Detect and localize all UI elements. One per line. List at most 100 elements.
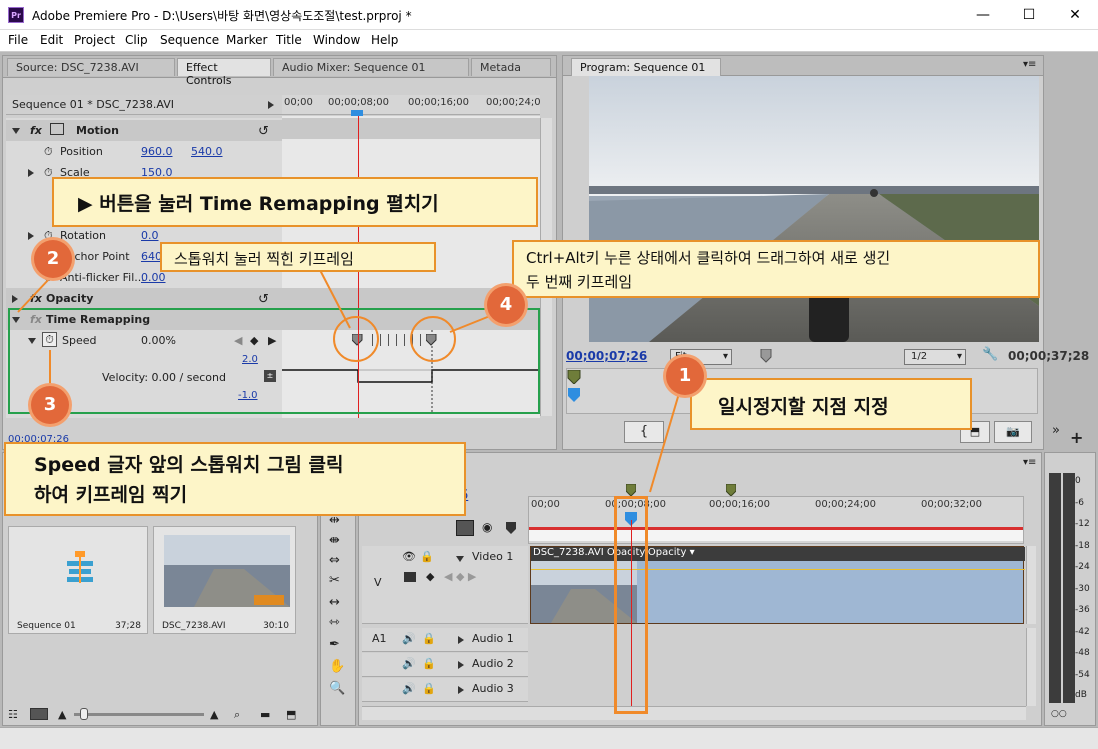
panel-menu-icon[interactable]: ▾≡ [1023, 457, 1036, 468]
add-button-icon[interactable]: + [1070, 428, 1083, 447]
speaker-icon[interactable]: 🔊 [402, 657, 416, 670]
video-clip[interactable]: DSC_7238.AVI Opacity:Opacity ▾ [530, 546, 1025, 624]
program-playhead-icon[interactable] [567, 388, 581, 402]
video-scrollbar[interactable] [1026, 546, 1036, 624]
disclosure-closed-icon[interactable] [28, 232, 34, 240]
disclosure-open-icon[interactable] [456, 556, 464, 562]
speaker-icon[interactable]: 🔊 [402, 632, 416, 645]
snap-icon[interactable] [456, 520, 474, 536]
meter-label: -48 [1075, 648, 1090, 658]
menu-edit[interactable]: Edit [40, 33, 63, 47]
zoom-slider[interactable] [74, 713, 204, 716]
hand-tool-icon[interactable]: ✋ [329, 659, 345, 674]
keyframe-toggle-icon[interactable]: ◆ [426, 570, 434, 583]
tab-source[interactable]: Source: DSC_7238.AVI [7, 58, 175, 76]
panel-menu-icon[interactable]: ▾≡ [1023, 59, 1036, 70]
audio-scrollbar[interactable] [1026, 628, 1036, 706]
icon-view-icon[interactable] [30, 708, 48, 720]
solo-buttons-icon[interactable]: ○○ [1051, 709, 1067, 719]
work-area-bar[interactable] [529, 527, 1023, 541]
menu-project[interactable]: Project [74, 33, 115, 47]
project-item-sequence[interactable]: Sequence 01 37;28 [8, 526, 148, 634]
disclosure-closed-icon[interactable] [458, 636, 464, 644]
maximize-button[interactable]: ☐ [1006, 0, 1052, 30]
rolling-edit-tool-icon[interactable]: ⇼ [329, 533, 340, 548]
pen-tool-icon[interactable]: ✒ [329, 637, 340, 652]
zoom-in-icon[interactable]: ▲ [210, 708, 218, 721]
mark-in-button[interactable]: { [624, 421, 664, 443]
menu-title[interactable]: Title [276, 33, 302, 47]
tab-program[interactable]: Program: Sequence 01 [571, 58, 721, 76]
disclosure-closed-icon[interactable] [12, 295, 18, 303]
menu-marker[interactable]: Marker [226, 33, 267, 47]
delete-icon[interactable]: ⬒ [286, 708, 296, 721]
clip-nav-icon[interactable] [268, 101, 274, 109]
close-button[interactable]: ✕ [1052, 0, 1098, 30]
lock-icon[interactable]: 🔒 [420, 550, 434, 563]
ec-time-ruler[interactable]: 00;00 00;00;08;00 00;00;16;00 00;00;24;0 [282, 95, 541, 115]
tab-effect-controls[interactable]: Effect Controls [177, 58, 271, 87]
audio3-track-header: 🔊 🔒 Audio 3 [362, 678, 528, 702]
position-y-value[interactable]: 540.0 [191, 145, 223, 158]
export-frame-icon[interactable]: 📷 [994, 421, 1032, 443]
program-duration: 00;00;37;28 [1008, 349, 1090, 363]
more-buttons-icon[interactable]: » [1052, 423, 1060, 438]
slip-tool-icon[interactable]: ↔ [329, 595, 340, 610]
set-marker-icon[interactable]: ◉ [482, 520, 492, 534]
razor-tool-icon[interactable]: ✂ [329, 573, 340, 588]
opacity-rubberband[interactable] [531, 569, 1025, 570]
minimize-button[interactable]: — [960, 0, 1006, 30]
tab-audio-mixer[interactable]: Audio Mixer: Sequence 01 [273, 58, 469, 76]
stopwatch-icon[interactable]: ⏱ [44, 145, 53, 159]
eye-icon[interactable]: 👁 [402, 550, 416, 563]
reset-icon[interactable]: ↺ [258, 292, 269, 307]
menu-help[interactable]: Help [371, 33, 398, 47]
project-item-clip[interactable]: DSC_7238.AVI 30:10 [153, 526, 296, 634]
disclosure-closed-icon[interactable] [458, 661, 464, 669]
disclosure-closed-icon[interactable] [28, 169, 34, 177]
program-current-timecode[interactable]: 00;00;07;26 [566, 349, 647, 363]
zoom-tool-icon[interactable]: 🔍 [329, 681, 345, 696]
position-label: Position [60, 145, 103, 158]
position-x-value[interactable]: 960.0 [141, 145, 173, 158]
track-name: Audio 1 [472, 632, 514, 645]
speaker-icon[interactable]: 🔊 [402, 682, 416, 695]
timeline-marker-icon[interactable] [725, 483, 737, 497]
tab-metadata[interactable]: Metada [471, 58, 551, 76]
motion-transform-icon[interactable] [50, 123, 64, 135]
premiere-app-icon: Pr [8, 7, 24, 23]
rotation-value[interactable]: 0.0 [141, 229, 159, 242]
timeline-marker-icon[interactable] [625, 483, 637, 497]
display-style-icon[interactable] [404, 572, 416, 582]
marker-icon[interactable] [760, 348, 772, 363]
menu-sequence[interactable]: Sequence [160, 33, 219, 47]
new-bin-icon[interactable]: ▬ [260, 708, 270, 721]
anchor-value[interactable]: 640 [141, 250, 162, 263]
opacity-row[interactable]: fx Opacity ↺ [6, 288, 282, 309]
list-view-icon[interactable]: ☷ [8, 708, 18, 721]
motion-row[interactable]: fx Motion ↺ [6, 120, 282, 141]
timeline-horizontal-scrollbar[interactable] [362, 706, 1026, 720]
slide-tool-icon[interactable]: ⇿ [329, 615, 340, 630]
meter-label: 0 [1075, 476, 1081, 486]
timeline-ruler[interactable]: 00;00 00;00;08;00 00;00;16;00 00;00;24;0… [528, 496, 1024, 544]
menu-clip[interactable]: Clip [125, 33, 148, 47]
disclosure-closed-icon[interactable] [458, 686, 464, 694]
reset-icon[interactable]: ↺ [258, 124, 269, 139]
disclosure-open-icon[interactable] [12, 128, 20, 134]
zoom-out-icon[interactable]: ▲ [58, 708, 66, 721]
wrench-icon[interactable]: 🔧 [982, 347, 998, 362]
lock-icon[interactable]: 🔒 [422, 682, 436, 695]
antiflicker-value[interactable]: 0.00 [141, 271, 166, 284]
lock-icon[interactable]: 🔒 [422, 632, 436, 645]
rate-stretch-tool-icon[interactable]: ⇔ [329, 553, 340, 568]
zoom-slider-handle[interactable] [80, 708, 88, 720]
menu-window[interactable]: Window [313, 33, 360, 47]
lock-icon[interactable]: 🔒 [422, 657, 436, 670]
marker-icon[interactable] [506, 522, 516, 534]
search-icon[interactable]: ⌕ [234, 708, 240, 722]
keyframe-nav-icon[interactable]: ◀ ◆ ▶ [444, 570, 476, 583]
menu-file[interactable]: File [8, 33, 28, 47]
program-marker-icon[interactable] [567, 369, 581, 385]
resolution-dropdown[interactable]: 1/2 ▾ [904, 349, 966, 365]
